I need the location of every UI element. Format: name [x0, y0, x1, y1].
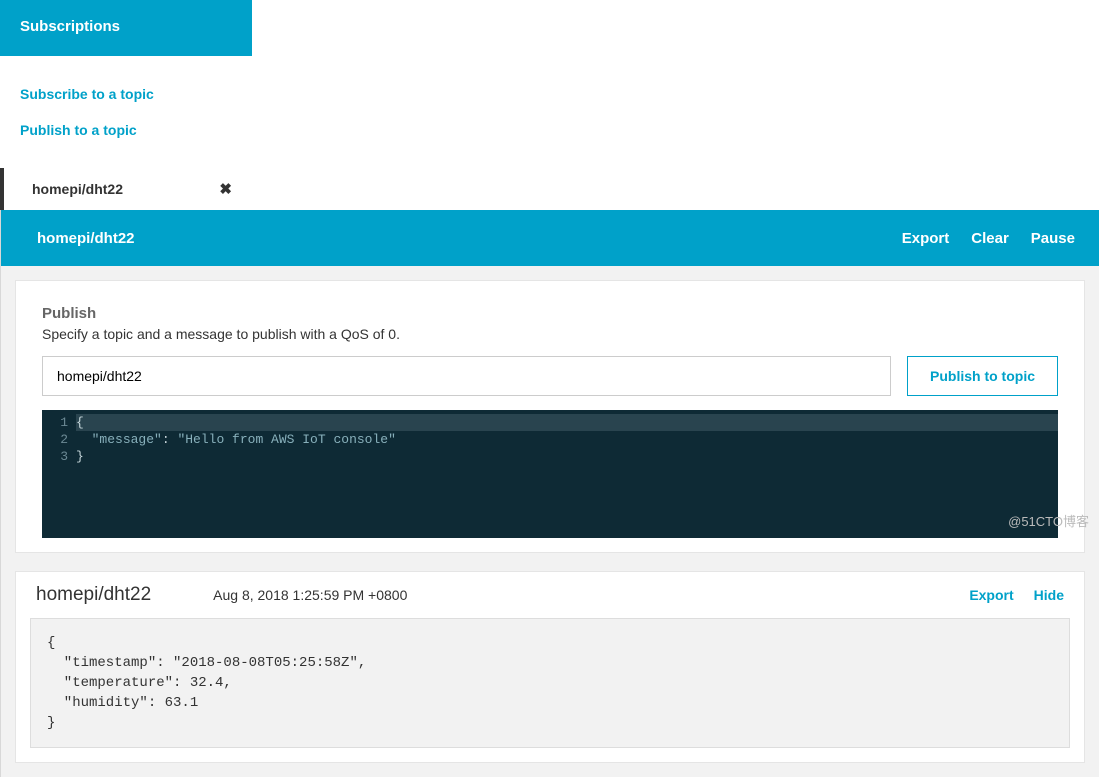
sidebar-header: Subscriptions	[0, 0, 252, 56]
main: homepi/dht22 Export Clear Pause Publish …	[0, 210, 1099, 777]
pause-button[interactable]: Pause	[1031, 230, 1075, 247]
publish-heading: Publish	[42, 305, 1058, 322]
topbar: homepi/dht22 Export Clear Pause	[1, 210, 1099, 266]
publish-card: Publish Specify a topic and a message to…	[15, 280, 1085, 553]
editor-gutter: 1 2 3	[42, 414, 76, 534]
topic-input[interactable]	[42, 356, 891, 396]
publish-row: Publish to topic	[42, 356, 1058, 396]
line-number: 1	[42, 414, 68, 431]
code-line: "message"	[92, 432, 162, 447]
message-payload: { "timestamp": "2018-08-08T05:25:58Z", "…	[30, 618, 1070, 748]
code-line: {	[76, 415, 84, 430]
message-card: homepi/dht22 Aug 8, 2018 1:25:59 PM +080…	[15, 571, 1085, 763]
page-title: homepi/dht22	[37, 230, 135, 247]
message-header: homepi/dht22 Aug 8, 2018 1:25:59 PM +080…	[16, 572, 1084, 618]
close-icon[interactable]: ✖	[219, 180, 232, 198]
message-hide-button[interactable]: Hide	[1034, 587, 1064, 603]
payload-editor[interactable]: 1 2 3 { "message": "Hello from AWS IoT c…	[42, 410, 1058, 538]
publish-instruction: Specify a topic and a message to publish…	[42, 326, 1058, 342]
subscribed-topic-label: homepi/dht22	[32, 181, 123, 197]
publish-to-topic-button[interactable]: Publish to topic	[907, 356, 1058, 396]
message-timestamp: Aug 8, 2018 1:25:59 PM +0800	[213, 587, 407, 603]
editor-code[interactable]: { "message": "Hello from AWS IoT console…	[76, 414, 1058, 534]
code-line: "Hello from AWS IoT console"	[177, 432, 395, 447]
clear-button[interactable]: Clear	[971, 230, 1009, 247]
publish-to-topic-link[interactable]: Publish to a topic	[0, 112, 252, 148]
export-button[interactable]: Export	[902, 230, 950, 247]
subscribed-topic-row[interactable]: homepi/dht22 ✖	[0, 168, 252, 210]
code-line: }	[76, 449, 84, 464]
topbar-actions: Export Clear Pause	[902, 230, 1075, 247]
message-topic: homepi/dht22	[36, 584, 151, 606]
line-number: 3	[42, 448, 68, 465]
subscribe-to-topic-link[interactable]: Subscribe to a topic	[0, 76, 252, 112]
line-number: 2	[42, 431, 68, 448]
sidebar: Subscriptions Subscribe to a topic Publi…	[0, 0, 252, 210]
sidebar-links: Subscribe to a topic Publish to a topic	[0, 56, 252, 158]
message-export-button[interactable]: Export	[969, 587, 1013, 603]
